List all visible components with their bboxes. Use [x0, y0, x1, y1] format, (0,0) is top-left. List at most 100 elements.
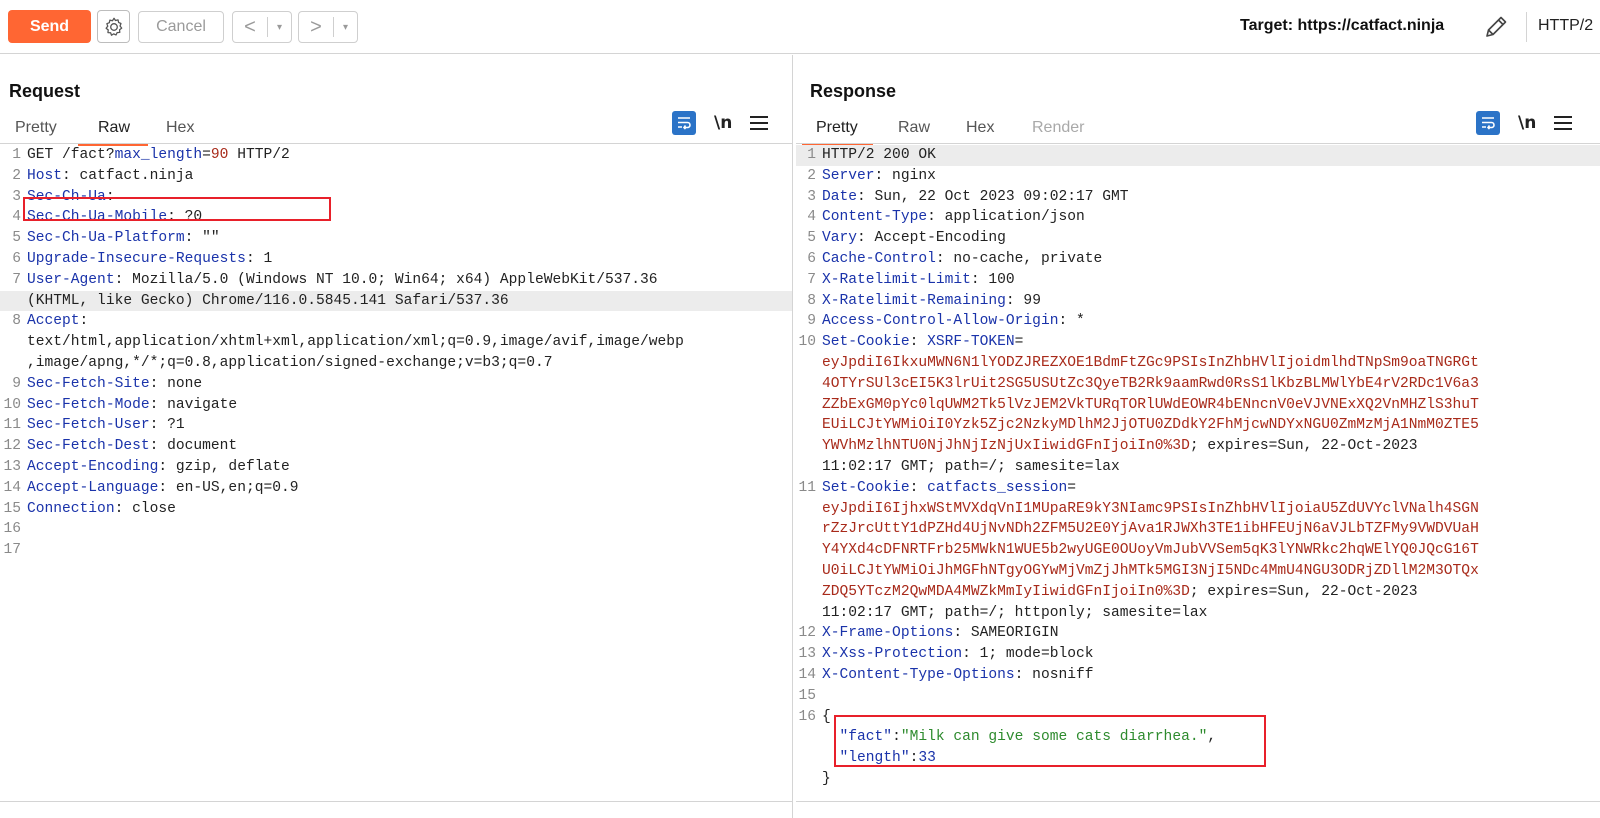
tab-response-render[interactable]: Render: [1032, 119, 1084, 137]
response-code-line[interactable]: 4OTYrSUl3cEI5K3lrUit2SG5USUtZc3QyeTB2Rk9…: [796, 374, 1600, 395]
response-code-line[interactable]: 8 X-Ratelimit-Remaining: 99: [796, 291, 1600, 312]
request-code-line[interactable]: (KHTML, like Gecko) Chrome/116.0.5845.14…: [0, 290, 792, 312]
response-code-line[interactable]: YWVhMzlhNTU0NjJhNjIzNjUxIiwidGFnIjoiIn0%…: [796, 436, 1600, 457]
response-code-line[interactable]: 11:02:17 GMT; path=/; httponly; samesite…: [796, 603, 1600, 624]
code-text: EUiLCJtYWMiOiI0Yzk5Zjc2NzkyMDlhM2JjOTU0Z…: [822, 417, 1479, 434]
response-code-line[interactable]: 10 Set-Cookie: XSRF-TOKEN=: [796, 332, 1600, 353]
request-code-line[interactable]: 15 Connection: close: [0, 499, 792, 520]
request-title: Request: [9, 81, 81, 101]
response-code-line[interactable]: 1 HTTP/2 200 OK: [796, 145, 1600, 166]
request-code-line[interactable]: 8 Accept:: [0, 311, 792, 332]
newline-toggle-icon[interactable]: \n: [714, 113, 732, 133]
code-text: Content-Type: application/json: [822, 209, 1085, 226]
line-number: 4: [12, 209, 21, 226]
response-code-line[interactable]: "fact":"Milk can give some cats diarrhea…: [796, 727, 1600, 748]
response-code-line[interactable]: 16 {: [796, 707, 1600, 728]
send-button[interactable]: Send: [8, 10, 91, 43]
request-code-line[interactable]: 2 Host: catfact.ninja: [0, 166, 792, 187]
code-text: ZDQ5YTczM2QwMDA4MWZkMmIyIiwidGFnIjoiIn0%…: [822, 583, 1418, 600]
response-code-line[interactable]: 3 Date: Sun, 22 Oct 2023 09:02:17 GMT: [796, 187, 1600, 208]
request-code-line[interactable]: 4 Sec-Ch-Ua-Mobile: ?0: [0, 207, 792, 228]
response-code-line[interactable]: 12 X-Frame-Options: SAMEORIGIN: [796, 623, 1600, 644]
line-number: 5: [12, 230, 21, 247]
code-text: Date: Sun, 22 Oct 2023 09:02:17 GMT: [822, 188, 1129, 205]
line-number: 1: [12, 147, 21, 163]
code-text: ZZbExGM0pYc0lqUWM2Tk5lVzJEM2VkTURqTORlUW…: [822, 396, 1479, 413]
line-number: 15: [798, 687, 816, 704]
request-code-line[interactable]: 17: [0, 540, 792, 561]
response-editor[interactable]: 1 HTTP/2 200 OK 2 Server: nginx 3 Date: Sun, …: [796, 145, 1600, 818]
tab-response-pretty[interactable]: Pretty: [816, 119, 858, 137]
tab-request-raw[interactable]: Raw: [98, 119, 130, 137]
response-code-line[interactable]: 6 Cache-Control: no-cache, private: [796, 249, 1600, 270]
response-code-line[interactable]: 4 Content-Type: application/json: [796, 207, 1600, 228]
forward-button[interactable]: > ▾: [298, 11, 358, 43]
request-code-line[interactable]: 9 Sec-Fetch-Site: none: [0, 374, 792, 395]
newline-toggle-icon[interactable]: \n: [1518, 113, 1536, 133]
response-code-line[interactable]: }: [796, 769, 1600, 790]
response-code-line[interactable]: U0iLCJtYWMiOiJhMGFhNTgyOGYwMjVmZjJhMTk5M…: [796, 561, 1600, 582]
menu-icon[interactable]: [750, 116, 769, 130]
request-editor[interactable]: 1 GET /fact?max_length=90 HTTP/2 2 Host: ca…: [0, 145, 792, 818]
response-code-line[interactable]: 5 Vary: Accept-Encoding: [796, 228, 1600, 249]
response-code-line[interactable]: 7 X-Ratelimit-Limit: 100: [796, 270, 1600, 291]
response-code-line[interactable]: 11 Set-Cookie: catfacts_session=: [796, 478, 1600, 499]
response-code-line[interactable]: eyJpdiI6IjhxWStMVXdqVnI1MUpaRE9kY3NIamc9…: [796, 499, 1600, 520]
response-code-line[interactable]: 11:02:17 GMT; path=/; samesite=lax: [796, 457, 1600, 478]
line-number: 6: [807, 250, 816, 267]
response-code-line[interactable]: Y4YXd4cDFNRTFrb25MWkN1WUE5b2wyUGE0OUoyVm…: [796, 540, 1600, 561]
request-code-line[interactable]: text/html,application/xhtml+xml,applicat…: [0, 332, 792, 353]
tab-request-pretty[interactable]: Pretty: [15, 119, 57, 137]
response-code-line[interactable]: eyJpdiI6IkxuMWN6N1lYODZJREZXOE1BdmFtZGc9…: [796, 353, 1600, 374]
response-code-line[interactable]: ZDQ5YTczM2QwMDA4MWZkMmIyIiwidGFnIjoiIn0%…: [796, 582, 1600, 603]
line-number: 7: [807, 271, 816, 288]
line-number: 14: [3, 479, 21, 496]
request-code-line[interactable]: 16: [0, 519, 792, 540]
back-button[interactable]: < ▾: [232, 11, 292, 43]
request-code-line[interactable]: 12 Sec-Fetch-Dest: document: [0, 436, 792, 457]
forward-arrow-icon: >: [310, 15, 322, 38]
line-number: 9: [12, 375, 21, 392]
tab-response-hex[interactable]: Hex: [966, 119, 994, 137]
request-code-line[interactable]: 7 User-Agent: Mozilla/5.0 (Windows NT 10.…: [0, 270, 792, 291]
forward-dropdown-icon[interactable]: ▾: [334, 22, 357, 33]
code-text: 11:02:17 GMT; path=/; httponly; samesite…: [822, 604, 1208, 621]
code-text: text/html,application/xhtml+xml,applicat…: [27, 334, 684, 351]
response-code-line[interactable]: EUiLCJtYWMiOiI0Yzk5Zjc2NzkyMDlhM2JjOTU0Z…: [796, 415, 1600, 436]
code-text: X-Xss-Protection: 1; mode=block: [822, 646, 1094, 663]
cancel-button[interactable]: Cancel: [138, 11, 224, 43]
request-code-line[interactable]: ,image/apng,*/*;q=0.8,application/signed…: [0, 353, 792, 374]
request-code-line[interactable]: 10 Sec-Fetch-Mode: navigate: [0, 395, 792, 416]
tab-response-raw[interactable]: Raw: [898, 119, 930, 137]
code-text: Accept-Encoding: gzip, deflate: [27, 458, 290, 475]
response-code-line[interactable]: 9 Access-Control-Allow-Origin: *: [796, 311, 1600, 332]
request-code-line[interactable]: 1 GET /fact?max_length=90 HTTP/2: [0, 145, 792, 166]
menu-icon[interactable]: [1554, 116, 1573, 130]
line-number: 2: [12, 167, 21, 184]
back-dropdown-icon[interactable]: ▾: [268, 22, 291, 33]
request-editor-tools: \n: [672, 110, 769, 136]
response-code-line[interactable]: 15: [796, 686, 1600, 707]
response-panel: Response Pretty Raw Hex Render \n 1 HTTP/…: [796, 55, 1600, 818]
line-number: 16: [798, 708, 816, 725]
tab-request-hex[interactable]: Hex: [166, 119, 194, 137]
response-code-line[interactable]: ZZbExGM0pYc0lqUWM2Tk5lVzJEM2VkTURqTORlUW…: [796, 395, 1600, 416]
http-version-label[interactable]: HTTP/2: [1538, 17, 1593, 35]
response-code-line[interactable]: 14 X-Content-Type-Options: nosniff: [796, 665, 1600, 686]
response-code-line[interactable]: 13 X-Xss-Protection: 1; mode=block: [796, 644, 1600, 665]
response-code-line[interactable]: 2 Server: nginx: [796, 166, 1600, 187]
response-code-line[interactable]: rZzJrcUttY1dPZHd4UjNvNDh2ZFM5U2E0YjAva1R…: [796, 519, 1600, 540]
request-code-line[interactable]: 3 Sec-Ch-Ua:: [0, 187, 792, 208]
request-code-line[interactable]: 13 Accept-Encoding: gzip, deflate: [0, 457, 792, 478]
request-code-line[interactable]: 5 Sec-Ch-Ua-Platform: "": [0, 228, 792, 249]
code-text: Sec-Fetch-User: ?1: [27, 417, 185, 434]
response-code-line[interactable]: "length":33: [796, 748, 1600, 769]
request-code-line[interactable]: 11 Sec-Fetch-User: ?1: [0, 415, 792, 436]
line-number: 6: [12, 250, 21, 267]
request-code-line[interactable]: 6 Upgrade-Insecure-Requests: 1: [0, 249, 792, 270]
pencil-icon[interactable]: [1479, 10, 1513, 44]
word-wrap-icon[interactable]: [1476, 111, 1500, 135]
word-wrap-icon[interactable]: [672, 111, 696, 135]
request-code-line[interactable]: 14 Accept-Language: en-US,en;q=0.9: [0, 478, 792, 499]
settings-button[interactable]: [97, 10, 130, 43]
